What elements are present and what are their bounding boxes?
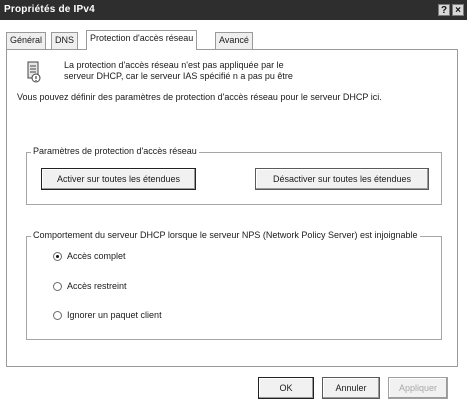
tab-general[interactable]: Général (6, 32, 47, 49)
nps-unreachable-group-title: Comportement du serveur DHCP lorsque le … (31, 230, 420, 240)
help-button[interactable]: ? (438, 4, 450, 16)
apply-button[interactable]: Appliquer (388, 377, 448, 399)
tab-network-access-protection[interactable]: Protection d'accès réseau (86, 30, 198, 50)
warning-text-line2: serveur DHCP, car le serveur IAS spécifi… (64, 71, 293, 81)
title-bar: Propriétés de IPv4 ? × (0, 0, 467, 20)
warning-text-line1: La protection d'accès réseau n'est pas a… (64, 60, 284, 70)
radio-selected-dot (56, 255, 59, 258)
enable-all-scopes-button[interactable]: Activer sur toutes les étendues (41, 168, 196, 190)
radio-button[interactable] (53, 311, 62, 320)
nap-settings-group-title: Paramètres de protection d'accès réseau (31, 146, 199, 156)
disable-all-scopes-button[interactable]: Désactiver sur toutes les étendues (255, 168, 429, 190)
radio-button[interactable] (53, 252, 62, 261)
ok-button[interactable]: OK (258, 377, 314, 399)
radio-button[interactable] (53, 282, 62, 291)
info-text: Vous pouvez définir des paramètres de pr… (17, 92, 382, 102)
cancel-button[interactable]: Annuler (322, 377, 380, 399)
tab-advanced[interactable]: Avancé (215, 32, 253, 49)
window-title: Propriétés de IPv4 (4, 4, 95, 15)
server-warning-icon (27, 61, 41, 83)
close-button[interactable]: × (452, 4, 464, 16)
radio-full-access-label: Accès complet (67, 251, 126, 261)
radio-drop-client-packet-label: Ignorer un paquet client (67, 310, 162, 320)
radio-restricted-access-label: Accès restreint (67, 281, 127, 291)
tab-dns[interactable]: DNS (51, 32, 79, 49)
